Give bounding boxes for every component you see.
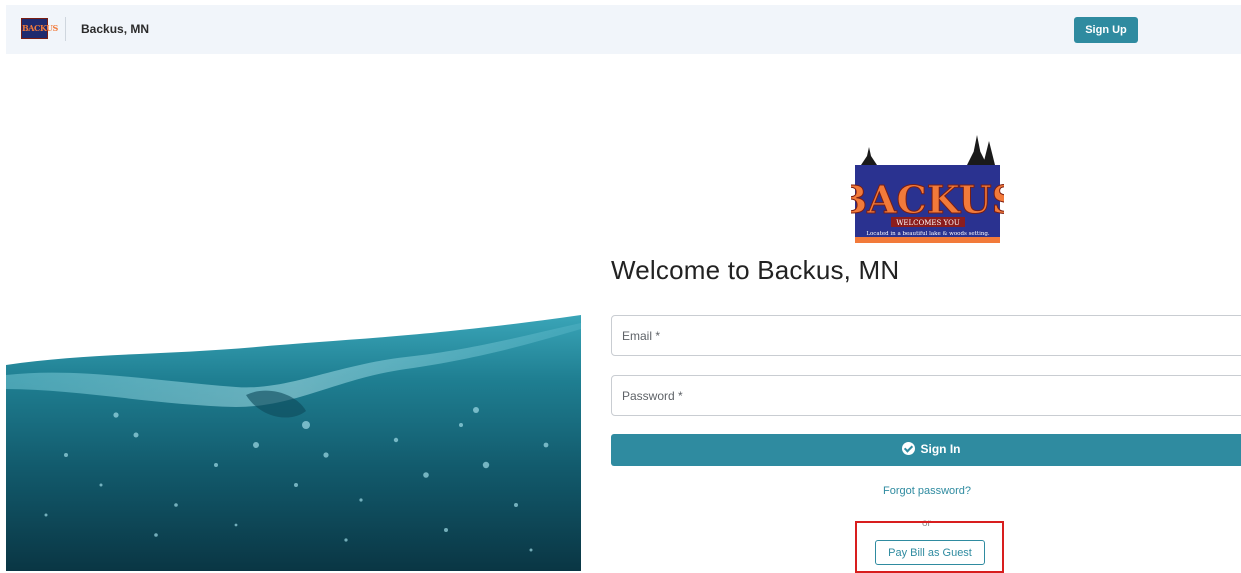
pay-bill-as-guest-button[interactable]: Pay Bill as Guest bbox=[875, 540, 985, 565]
pine-tree-icon bbox=[861, 147, 877, 165]
check-circle-icon bbox=[901, 442, 915, 456]
site-title[interactable]: Backus, MN bbox=[81, 22, 149, 36]
password-placeholder: Password * bbox=[622, 389, 683, 403]
water-hero-image bbox=[6, 315, 581, 571]
email-placeholder: Email * bbox=[622, 329, 661, 343]
sign-in-button[interactable]: Sign In bbox=[611, 434, 1241, 466]
water-illustration bbox=[6, 315, 581, 571]
svg-text:BACKUS: BACKUS bbox=[851, 177, 1004, 222]
forgot-password-link[interactable]: Forgot password? bbox=[883, 485, 971, 497]
sign-in-label: Sign In bbox=[920, 441, 961, 456]
welcome-heading: Welcome to Backus, MN bbox=[611, 255, 900, 285]
email-field[interactable]: Email * bbox=[611, 315, 1241, 356]
sign-up-button[interactable]: Sign Up bbox=[1074, 17, 1138, 43]
pine-trees-icon bbox=[967, 135, 995, 165]
svg-text:Located in a beautiful lake &: Located in a beautiful lake & woods sett… bbox=[866, 231, 990, 237]
backus-logo-graphic: BACKUS WELCOMES YOU Located in a beautif… bbox=[834, 135, 1020, 243]
navbar-divider bbox=[65, 17, 66, 41]
password-field[interactable]: Password * bbox=[611, 375, 1241, 416]
backus-welcome-logo: BACKUS WELCOMES YOU Located in a beautif… bbox=[834, 131, 1020, 245]
svg-text:WELCOMES YOU: WELCOMES YOU bbox=[896, 219, 960, 227]
backus-logo-small[interactable]: BACKUS bbox=[21, 18, 58, 39]
top-navbar: BACKUS Backus, MN Sign Up bbox=[6, 5, 1241, 54]
